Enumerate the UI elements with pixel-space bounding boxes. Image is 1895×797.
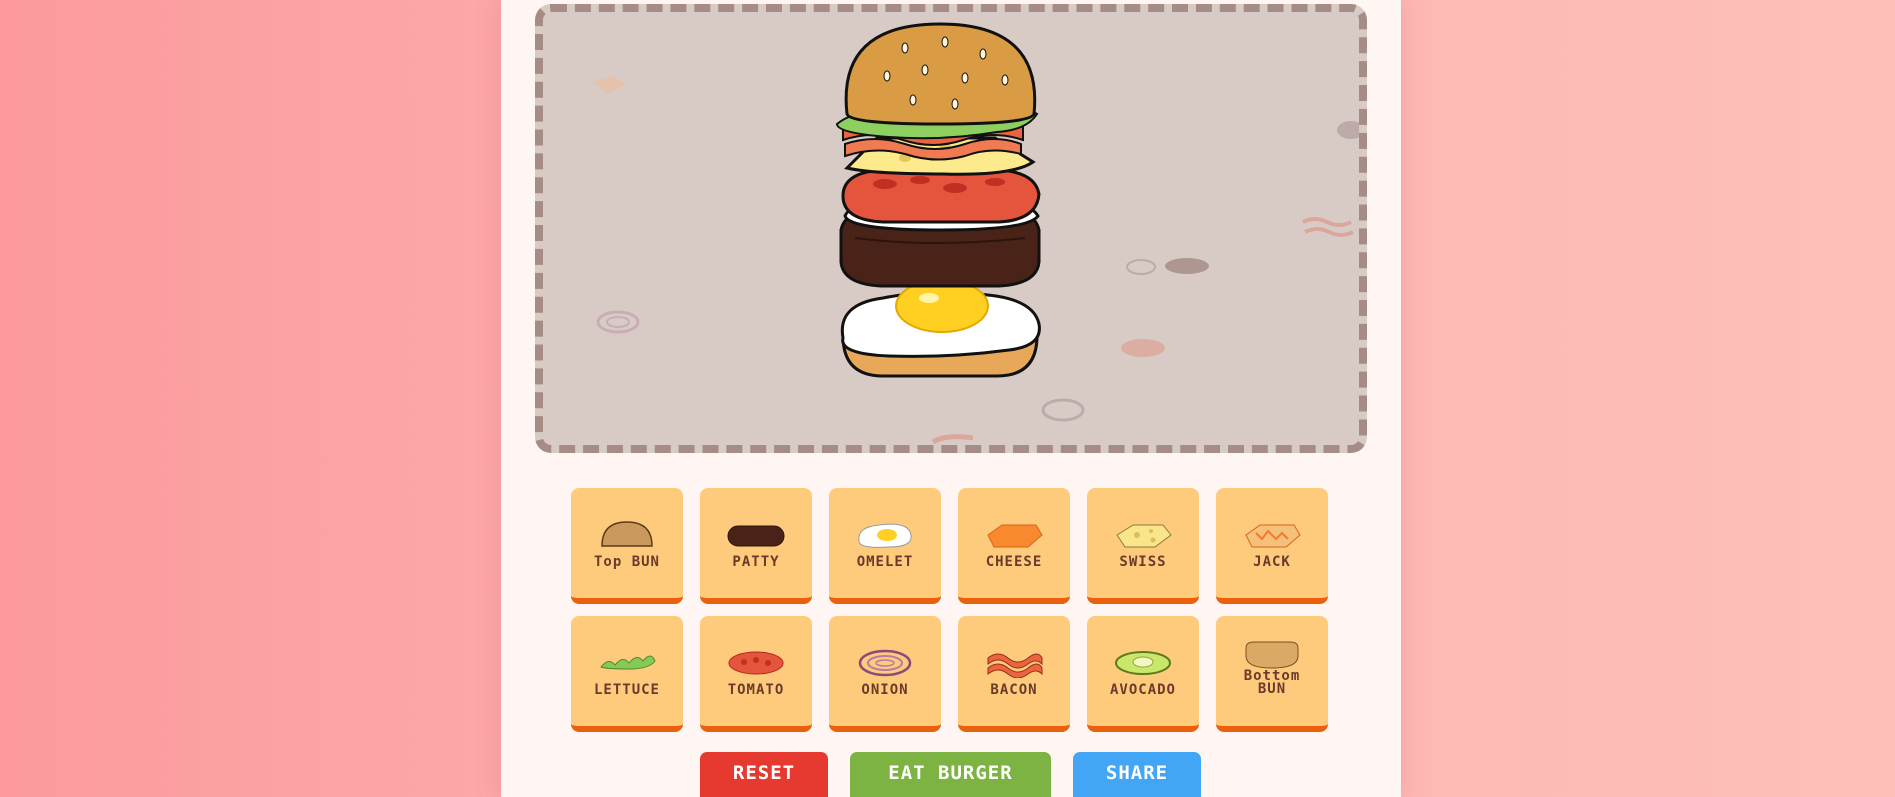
- bottom-bun-icon: [1242, 638, 1302, 672]
- ingredient-label: CHEESE: [985, 554, 1043, 570]
- onion-icon: [855, 646, 915, 680]
- ingredient-label: SWISS: [1119, 554, 1167, 570]
- floating-bacon-icon: [1302, 217, 1354, 237]
- eat-burger-button[interactable]: EAT BURGER: [850, 752, 1051, 797]
- ingredient-label: Top BUN: [593, 554, 660, 570]
- floating-patty-icon: [1165, 258, 1209, 274]
- app-panel: Top BUN PATTY OMELET CHEESE SWISS JACK L…: [501, 0, 1401, 797]
- ingredient-button-avocado[interactable]: AVOCADO: [1087, 616, 1199, 732]
- ingredient-label: BACON: [990, 682, 1038, 698]
- ingredient-button-top-bun[interactable]: Top BUN: [571, 488, 683, 604]
- ingredient-label: OMELET: [856, 554, 914, 570]
- ingredient-button-swiss[interactable]: SWISS: [1087, 488, 1199, 604]
- ingredient-button-tomato[interactable]: TOMATO: [700, 616, 812, 732]
- cheese-icon: [984, 518, 1044, 552]
- ingredient-button-cheese[interactable]: CHEESE: [958, 488, 1070, 604]
- floating-onion-icon: [596, 310, 640, 334]
- lettuce-icon: [597, 646, 657, 680]
- top-bun-icon: [597, 518, 657, 552]
- ingredient-button-bottom-bun[interactable]: Bottom BUN: [1216, 616, 1328, 732]
- patty-icon: [726, 518, 786, 552]
- jack-cheese-icon: [1242, 518, 1302, 552]
- burger-stage: [535, 4, 1367, 453]
- swiss-cheese-icon: [1113, 518, 1173, 552]
- ingredient-label: JACK: [1253, 554, 1291, 570]
- floating-patty-icon-2: [1337, 121, 1359, 139]
- stack-tomato: [841, 168, 1041, 224]
- omelet-icon: [855, 518, 915, 552]
- ingredient-button-lettuce[interactable]: LETTUCE: [571, 616, 683, 732]
- ingredient-label: AVOCADO: [1109, 682, 1176, 698]
- ingredient-button-bacon[interactable]: BACON: [958, 616, 1070, 732]
- burger-stack: [835, 22, 1041, 378]
- ingredient-button-patty[interactable]: PATTY: [700, 488, 812, 604]
- tomato-icon: [726, 646, 786, 680]
- floating-tomato-icon: [1121, 339, 1165, 357]
- stack-omelet: [840, 279, 1041, 358]
- ingredient-grid: Top BUN PATTY OMELET CHEESE SWISS JACK L…: [571, 488, 1331, 732]
- ingredient-button-onion[interactable]: ONION: [829, 616, 941, 732]
- avocado-icon: [1113, 646, 1173, 680]
- ingredient-label: ONION: [861, 682, 909, 698]
- ingredient-label: TOMATO: [727, 682, 785, 698]
- stack-top-bun: [844, 22, 1037, 126]
- ingredient-label: Bottom BUN: [1243, 668, 1301, 697]
- share-button[interactable]: SHARE: [1073, 752, 1201, 797]
- ingredient-label: LETTUCE: [593, 682, 660, 698]
- floating-onion-icon-2: [1041, 398, 1085, 422]
- ingredient-label: PATTY: [732, 554, 780, 570]
- floating-cheese-icon: [593, 76, 627, 94]
- bacon-icon: [984, 646, 1044, 680]
- reset-button[interactable]: RESET: [700, 752, 828, 797]
- ingredient-button-jack[interactable]: JACK: [1216, 488, 1328, 604]
- ingredient-button-omelet[interactable]: OMELET: [829, 488, 941, 604]
